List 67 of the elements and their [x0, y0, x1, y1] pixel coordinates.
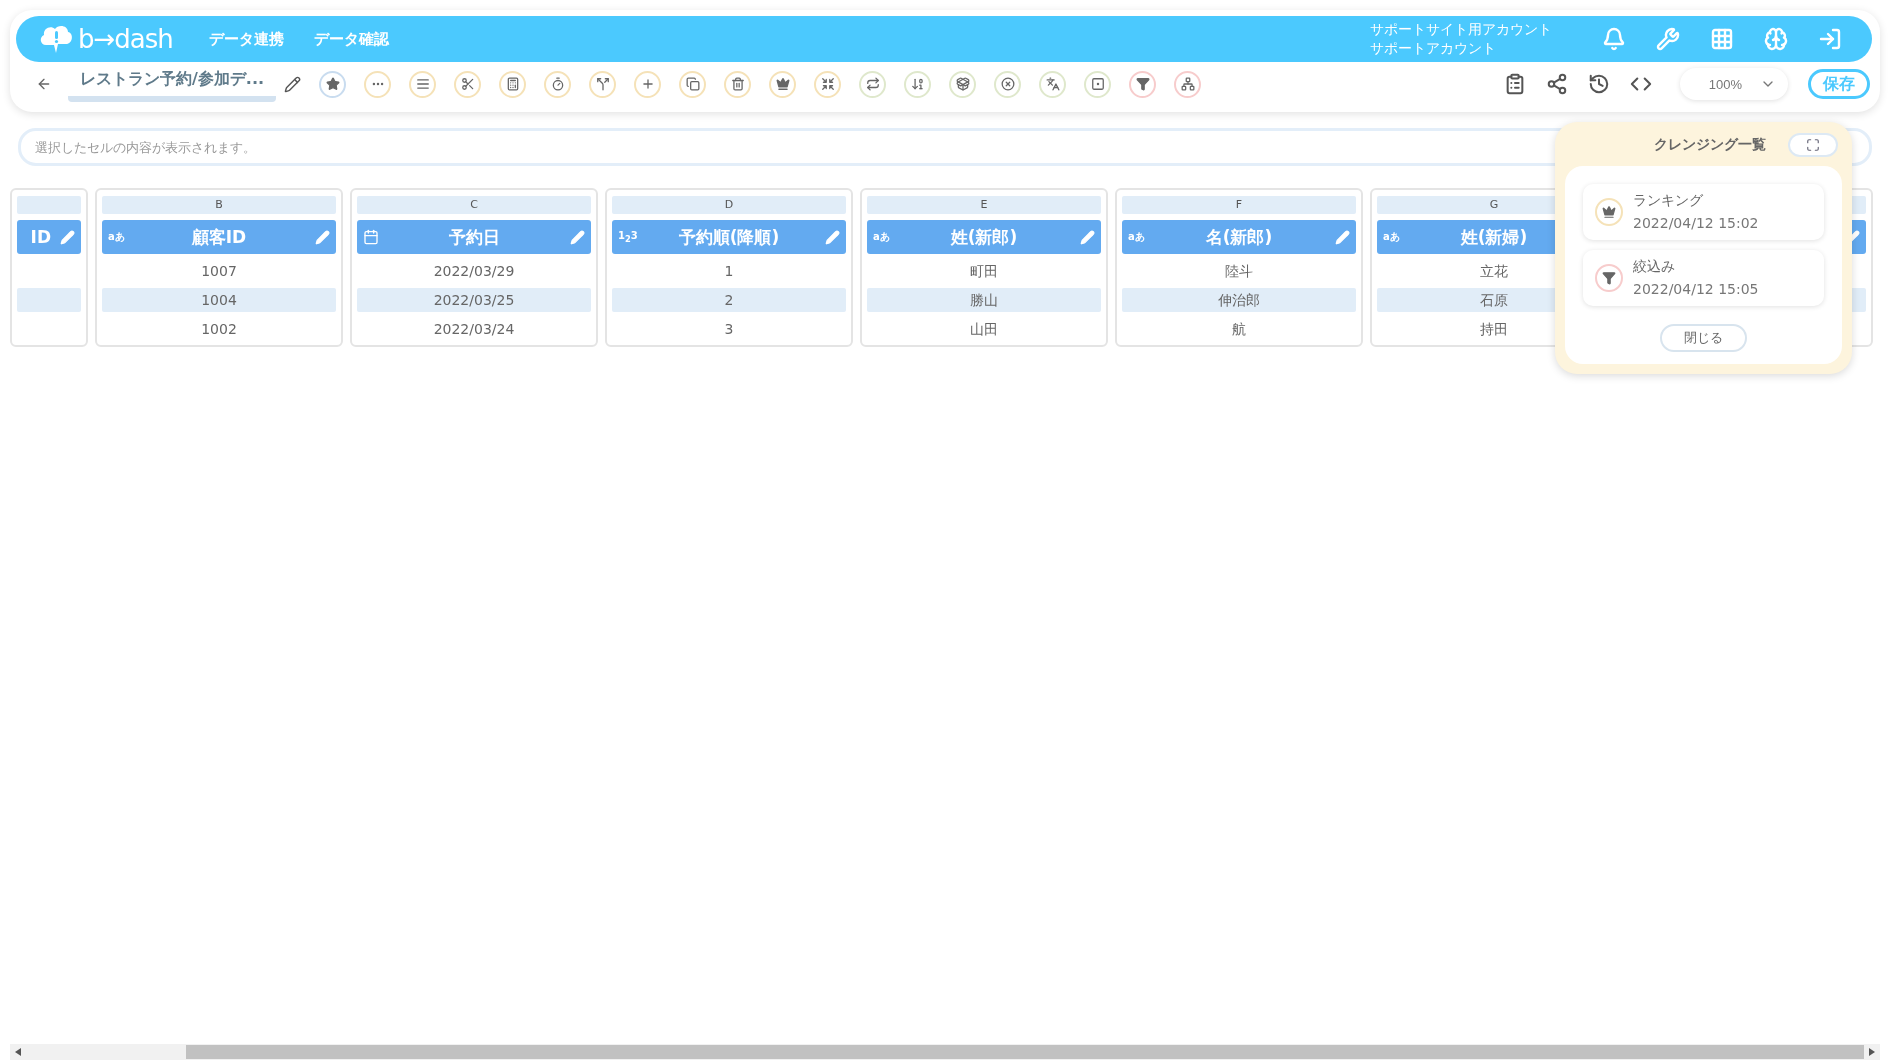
hierarchy-icon[interactable]	[1174, 70, 1202, 98]
box-icon[interactable]	[949, 70, 977, 98]
type-label: aあ	[873, 230, 890, 244]
type-label: 1$_{2}$3	[618, 230, 638, 244]
column-letter: B	[102, 196, 336, 214]
dots-icon[interactable]	[364, 70, 392, 98]
table-cell[interactable]: 陸斗	[1122, 259, 1356, 283]
back-icon[interactable]	[36, 76, 52, 92]
type-label: aあ	[1383, 230, 1400, 244]
timer-icon[interactable]	[544, 70, 572, 98]
account-name: サポートアカウント	[1370, 39, 1497, 58]
column-letter: F	[1122, 196, 1356, 214]
table-cell[interactable]: 2022/03/25	[357, 288, 591, 312]
column-letter-strip	[17, 196, 81, 214]
translate-icon[interactable]	[1039, 70, 1067, 98]
table-cell[interactable]: 2022/03/29	[357, 259, 591, 283]
type-label: aあ	[1128, 230, 1145, 244]
table-cell[interactable]: 1	[612, 259, 846, 283]
logo-text: b→dash	[78, 24, 173, 54]
plus-icon[interactable]	[634, 70, 662, 98]
table-cell[interactable]: 町田	[867, 259, 1101, 283]
table-cell[interactable]: 勝山	[867, 288, 1101, 312]
type-label: aあ	[108, 230, 125, 244]
share-icon[interactable]	[1546, 73, 1568, 95]
filter-icon[interactable]	[1129, 70, 1157, 98]
table-cell[interactable]: 1004	[102, 288, 336, 312]
trash-icon[interactable]	[724, 70, 752, 98]
number-order-icon[interactable]	[904, 70, 932, 98]
table-cell[interactable]: 1007	[102, 259, 336, 283]
item-time: 2022/04/12 15:02	[1633, 214, 1759, 233]
row-stripe	[17, 288, 81, 312]
scroll-left-icon[interactable]	[15, 1048, 21, 1056]
x-circle-icon[interactable]	[994, 70, 1022, 98]
account-site: サポートサイト用アカウント	[1370, 20, 1552, 39]
column-letter: C	[357, 196, 591, 214]
pencil-icon[interactable]	[284, 75, 302, 93]
table-cell[interactable]: 伸治郎	[1122, 288, 1356, 312]
shrink-icon[interactable]	[814, 70, 842, 98]
item-name: 絞込み	[1633, 257, 1676, 276]
item-time: 2022/04/12 15:05	[1633, 280, 1759, 299]
expand-button[interactable]	[1788, 133, 1838, 157]
scroll-right-icon[interactable]	[1869, 1048, 1875, 1056]
calculator-icon[interactable]	[499, 70, 527, 98]
column-letter: D	[612, 196, 846, 214]
horizontal-scrollbar[interactable]	[10, 1044, 1880, 1060]
table-cell[interactable]: 3	[612, 317, 846, 341]
scroll-thumb[interactable]	[186, 1045, 1864, 1059]
expand-icon	[1806, 138, 1820, 152]
crown-icon[interactable]	[769, 70, 797, 98]
copy-icon[interactable]	[679, 70, 707, 98]
table-cell[interactable]: 2	[612, 288, 846, 312]
table-cell[interactable]: 航	[1122, 317, 1356, 341]
lines-icon[interactable]	[409, 70, 437, 98]
table-cell[interactable]: 2022/03/24	[357, 317, 591, 341]
history-icon[interactable]	[1588, 73, 1610, 95]
table-cell[interactable]: 山田	[867, 317, 1101, 341]
zoom-select[interactable]: 100%	[1680, 68, 1788, 100]
table-cell[interactable]: 1002	[102, 317, 336, 341]
clipboard-icon[interactable]	[1504, 73, 1526, 95]
panel-title: クレンジング一覧	[1654, 136, 1766, 154]
close-button[interactable]: 閉じる	[1660, 324, 1747, 352]
calendar-icon	[363, 229, 379, 245]
repeat-icon[interactable]	[859, 70, 887, 98]
title-field[interactable]: レストラン予約/参加デ...	[68, 66, 277, 102]
item-name: ランキング	[1633, 191, 1704, 210]
column-letter: E	[867, 196, 1101, 214]
scissors-icon[interactable]	[454, 70, 482, 98]
